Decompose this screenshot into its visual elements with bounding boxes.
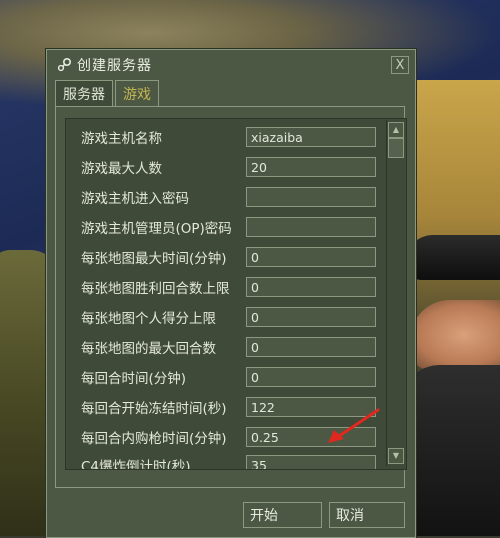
settings-row: 每回合时间(分钟) 0	[66, 362, 386, 392]
setting-label: 游戏主机管理员(OP)密码	[81, 221, 232, 237]
close-button[interactable]: X	[391, 56, 409, 74]
vertical-scrollbar[interactable]: ▲ ▼	[386, 120, 405, 466]
settings-row: 每张地图个人得分上限 0	[66, 302, 386, 332]
dialog-title: 创建服务器	[77, 58, 152, 74]
tab-game[interactable]: 游戏	[115, 80, 159, 106]
red-annotation-arrow-icon	[328, 408, 380, 443]
steam-icon	[57, 57, 72, 72]
background-soldier-face	[410, 300, 500, 370]
admin-password-input[interactable]	[246, 217, 376, 237]
setting-label: 游戏主机名称	[81, 131, 162, 147]
create-server-dialog: 创建服务器 X 服务器 游戏 游戏主机名称 xiazaiba 游戏最大人数 20…	[46, 49, 416, 538]
settings-row: 每张地图胜利回合数上限 0	[66, 272, 386, 302]
settings-row: 每张地图最大时间(分钟) 0	[66, 242, 386, 272]
map-win-limit-input[interactable]: 0	[246, 277, 376, 297]
settings-row: 游戏主机进入密码	[66, 182, 386, 212]
setting-label: 每张地图胜利回合数上限	[81, 281, 230, 297]
background-goggles	[405, 235, 500, 280]
scroll-thumb[interactable]	[388, 138, 404, 158]
settings-row: 游戏主机管理员(OP)密码	[66, 212, 386, 242]
server-password-input[interactable]	[246, 187, 376, 207]
tab-bar: 服务器 游戏	[55, 80, 161, 106]
start-button[interactable]: 开始	[243, 502, 322, 528]
tab-server[interactable]: 服务器	[55, 80, 113, 106]
settings-row: 游戏主机名称 xiazaiba	[66, 122, 386, 152]
round-time-input[interactable]: 0	[246, 367, 376, 387]
setting-label: 每张地图的最大回合数	[81, 341, 216, 357]
setting-label: 每回合时间(分钟)	[81, 371, 187, 387]
setting-label: C4爆炸倒计时(秒)	[81, 459, 191, 470]
map-time-limit-input[interactable]: 0	[246, 247, 376, 267]
cancel-button[interactable]: 取消	[329, 502, 405, 528]
dialog-titlebar[interactable]: 创建服务器 X	[47, 50, 415, 80]
setting-label: 每张地图最大时间(分钟)	[81, 251, 227, 267]
setting-label: 游戏主机进入密码	[81, 191, 189, 207]
c4-timer-input[interactable]: 35	[246, 455, 376, 469]
scroll-up-arrow-icon[interactable]: ▲	[388, 122, 404, 138]
settings-row: 每张地图的最大回合数 0	[66, 332, 386, 362]
setting-label: 每回合开始冻结时间(秒)	[81, 401, 227, 417]
max-players-input[interactable]: 20	[246, 157, 376, 177]
settings-row: C4爆炸倒计时(秒) 35	[66, 450, 386, 470]
map-frag-limit-input[interactable]: 0	[246, 307, 376, 327]
setting-label: 游戏最大人数	[81, 161, 162, 177]
scroll-down-arrow-icon[interactable]: ▼	[388, 448, 404, 464]
map-max-rounds-input[interactable]: 0	[246, 337, 376, 357]
setting-label: 每回合内购枪时间(分钟)	[81, 431, 227, 447]
server-name-input[interactable]: xiazaiba	[246, 127, 376, 147]
settings-row: 游戏最大人数 20	[66, 152, 386, 182]
setting-label: 每张地图个人得分上限	[81, 311, 216, 327]
